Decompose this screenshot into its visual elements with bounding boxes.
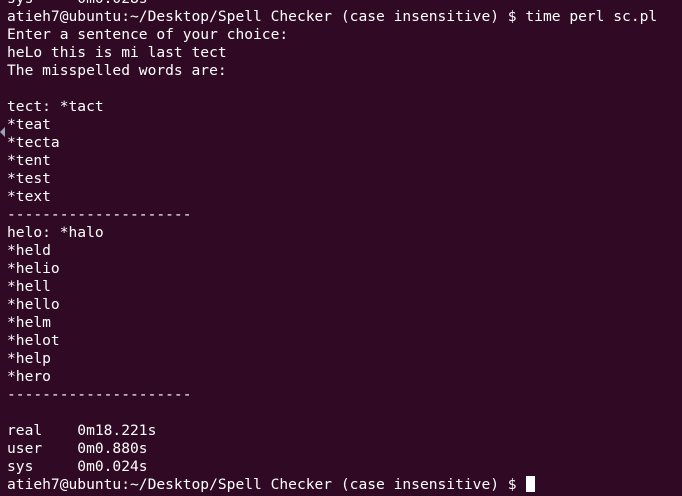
terminal-line: *hello [7, 296, 60, 313]
terminal-line: heLo this is mi last tect [7, 44, 227, 61]
shell-prompt: atieh7@ubuntu:~/Desktop/Spell Checker (c… [7, 476, 517, 493]
terminal-line: The misspelled words are: [7, 62, 227, 79]
terminal-line: --------------------- [7, 206, 192, 223]
terminal-line: *held [7, 242, 51, 259]
terminal-line: *tecta [7, 134, 60, 151]
terminal-line: *helm [7, 314, 51, 331]
terminal-line: atieh7@ubuntu:~/Desktop/Spell Checker (c… [7, 8, 658, 25]
terminal-window[interactable]: sys 0m0.028s atieh7@ubuntu:~/Desktop/Spe… [0, 0, 682, 496]
terminal-line: *hero [7, 368, 51, 385]
scroll-marker-icon [0, 127, 5, 137]
text-cursor [525, 476, 535, 492]
terminal-line: --------------------- [7, 386, 192, 403]
terminal-line: *tent [7, 152, 51, 169]
terminal-line: real 0m18.221s [7, 422, 157, 439]
terminal-line: sys 0m0.024s [7, 458, 148, 475]
terminal-line: sys 0m0.028s [7, 0, 682, 8]
terminal-line: *helot [7, 332, 60, 349]
terminal-line: user 0m0.880s [7, 440, 148, 457]
terminal-line: *hell [7, 278, 51, 295]
terminal-line: *teat [7, 116, 51, 133]
terminal-line: *help [7, 350, 51, 367]
terminal-line: tect: *tact [7, 98, 104, 115]
terminal-line: Enter a sentence of your choice: [7, 26, 289, 43]
terminal-line: *test [7, 170, 51, 187]
terminal-output: sys 0m0.028s atieh7@ubuntu:~/Desktop/Spe… [7, 0, 682, 494]
terminal-line: *helio [7, 260, 60, 277]
prompt-line[interactable]: atieh7@ubuntu:~/Desktop/Spell Checker (c… [7, 476, 682, 494]
terminal-line: *text [7, 188, 51, 205]
terminal-line: helo: *halo [7, 224, 104, 241]
